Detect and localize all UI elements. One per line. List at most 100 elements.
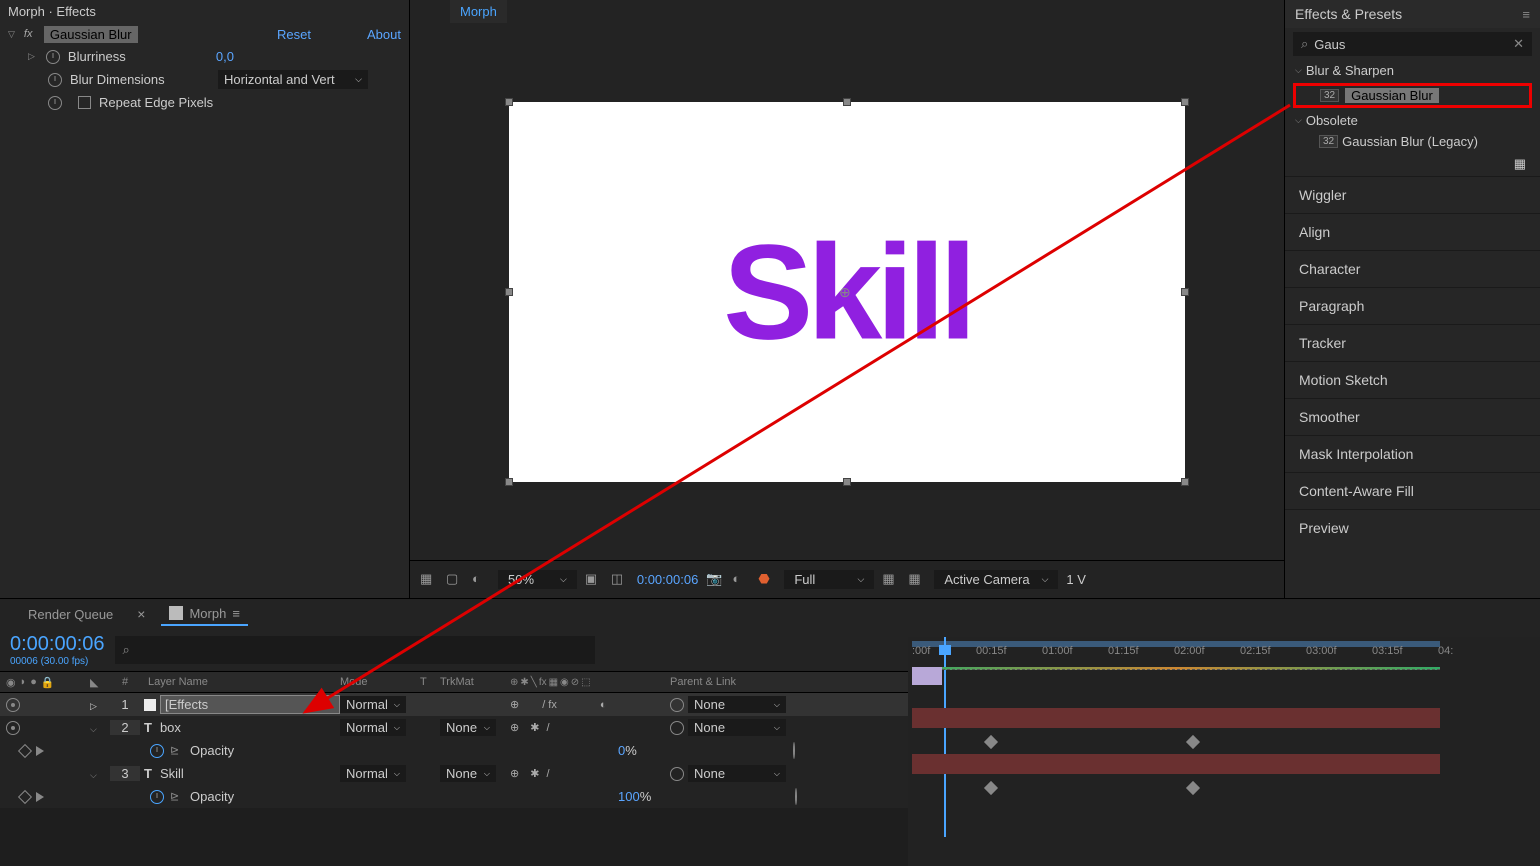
keyframe-icon[interactable] <box>984 781 998 795</box>
selection-handle[interactable] <box>1181 478 1189 486</box>
graph-icon[interactable]: ⊵ <box>170 790 184 804</box>
effect-name[interactable]: Gaussian Blur <box>44 26 138 43</box>
tab-menu-icon[interactable]: ≡ <box>232 606 240 621</box>
eye-icon[interactable] <box>6 721 20 735</box>
resolution-dropdown[interactable]: Full⌵ <box>784 570 874 589</box>
reset-button[interactable]: Reset <box>277 27 311 42</box>
lock-col-icon[interactable]: 🔒 <box>41 676 55 689</box>
collapse-arrow-icon[interactable]: ▽ <box>8 29 15 40</box>
keyframe-icon[interactable] <box>984 735 998 749</box>
tab-render-queue[interactable]: Render Queue <box>20 604 121 625</box>
switch-icon[interactable]: fx <box>539 677 547 688</box>
panel-preview[interactable]: Preview <box>1285 509 1540 546</box>
zoom-dropdown[interactable]: 50%⌵ <box>498 570 577 589</box>
resolution-icon[interactable]: ▣ <box>585 571 603 589</box>
layer-bar[interactable] <box>912 708 1440 728</box>
layer-name[interactable]: [Effects <box>160 695 340 714</box>
expand-arrow-icon[interactable]: ⌵ <box>90 724 97 734</box>
about-button[interactable]: About <box>367 27 401 42</box>
selection-handle[interactable] <box>505 288 513 296</box>
toggle-mask-icon[interactable]: ◐ <box>472 571 490 589</box>
pickwhip-icon[interactable] <box>793 742 795 759</box>
panel-motion-sketch[interactable]: Motion Sketch <box>1285 361 1540 398</box>
pickwhip-icon[interactable] <box>795 788 797 805</box>
tree-category-blur[interactable]: ⌵ Blur & Sharpen <box>1285 60 1540 81</box>
layer-name[interactable]: Skill <box>160 766 184 781</box>
keyframe-icon[interactable] <box>1186 781 1200 795</box>
snapshot-icon[interactable]: 📷 <box>706 571 724 589</box>
stopwatch-icon[interactable] <box>48 73 62 87</box>
blur-dimensions-dropdown[interactable]: Horizontal and Vert⌵ <box>218 70 368 89</box>
eye-icon[interactable] <box>6 698 20 712</box>
selection-handle[interactable] <box>1181 288 1189 296</box>
pickwhip-icon[interactable] <box>670 698 684 712</box>
effects-search-input[interactable] <box>1314 37 1507 52</box>
toggle-grid-icon[interactable]: ▦ <box>908 571 926 589</box>
stopwatch-icon[interactable] <box>48 96 62 110</box>
parent-dropdown[interactable]: None⌵ <box>688 696 786 713</box>
solo-col-icon[interactable]: ● <box>30 676 37 689</box>
effect-gaussian-blur-highlighted[interactable]: 32 Gaussian Blur <box>1293 83 1532 108</box>
new-bin-icon[interactable]: ▦ <box>1514 156 1526 171</box>
fast-preview-icon[interactable]: ▦ <box>882 571 900 589</box>
effects-search-box[interactable]: ⌕ ✕ <box>1293 32 1532 56</box>
close-tab-icon[interactable]: × <box>137 606 145 622</box>
switch-icon[interactable]: ⊘ <box>571 677 579 688</box>
panel-wiggler[interactable]: Wiggler <box>1285 176 1540 213</box>
panel-menu-icon[interactable]: ≡ <box>1522 7 1530 22</box>
expand-arrow-icon[interactable]: ▷ <box>90 701 97 711</box>
effect-gaussian-blur-legacy[interactable]: 32 Gaussian Blur (Legacy) <box>1285 131 1540 152</box>
switch-icon[interactable]: ⊕ <box>510 677 518 688</box>
timeline-graph[interactable]: :00f 00:15f 01:00f 01:15f 02:00f 02:15f … <box>908 637 1540 866</box>
camera-dropdown[interactable]: Active Camera⌵ <box>934 570 1058 589</box>
toggle-alpha-icon[interactable]: ▦ <box>420 571 438 589</box>
selection-handle[interactable] <box>505 98 513 106</box>
switch-icon[interactable]: ▦ <box>549 677 558 688</box>
time-ruler[interactable]: :00f 00:15f 01:00f 01:15f 02:00f 02:15f … <box>908 637 1540 665</box>
selection-handle[interactable] <box>843 98 851 106</box>
layer-name[interactable]: box <box>160 720 181 735</box>
panel-character[interactable]: Character <box>1285 250 1540 287</box>
panel-content-aware-fill[interactable]: Content-Aware Fill <box>1285 472 1540 509</box>
pickwhip-icon[interactable] <box>670 721 684 735</box>
next-keyframe-icon[interactable] <box>36 792 44 802</box>
fx-icon[interactable]: fx <box>24 28 38 42</box>
clear-search-icon[interactable]: ✕ <box>1513 36 1524 52</box>
timeline-search[interactable]: ⌕ <box>115 636 595 664</box>
layer-bar-start[interactable] <box>912 667 942 685</box>
current-time[interactable]: 0:00:00:06 <box>637 572 698 587</box>
stopwatch-active-icon[interactable] <box>150 744 164 758</box>
parent-dropdown[interactable]: None⌵ <box>688 765 786 782</box>
keyframe-icon[interactable] <box>1186 735 1200 749</box>
repeat-edge-checkbox[interactable] <box>78 96 91 109</box>
stopwatch-active-icon[interactable] <box>150 790 164 804</box>
panel-paragraph[interactable]: Paragraph <box>1285 287 1540 324</box>
panel-mask-interpolation[interactable]: Mask Interpolation <box>1285 435 1540 472</box>
pickwhip-icon[interactable] <box>670 767 684 781</box>
tree-category-obsolete[interactable]: ⌵ Obsolete <box>1285 110 1540 131</box>
tab-morph-comp[interactable]: Morph ≡ <box>161 603 247 626</box>
panel-tracker[interactable]: Tracker <box>1285 324 1540 361</box>
stopwatch-icon[interactable] <box>46 50 60 64</box>
opacity-value[interactable]: 100 <box>618 789 640 804</box>
graph-icon[interactable]: ⊵ <box>170 744 184 758</box>
blurriness-value[interactable]: 0,0 <box>216 49 234 64</box>
trkmat-dropdown[interactable]: None⌵ <box>440 719 496 736</box>
switch-icon[interactable]: ✱ <box>520 677 528 688</box>
canvas[interactable]: Skill ⊕ <box>410 23 1284 560</box>
audio-col-icon[interactable]: ◗ <box>20 676 27 689</box>
timeline-timecode[interactable]: 0:00:00:06 <box>10 633 105 656</box>
selection-handle[interactable] <box>1181 98 1189 106</box>
viewer-tab-morph[interactable]: Morph <box>450 0 507 23</box>
selection-handle[interactable] <box>843 478 851 486</box>
layer-bar[interactable] <box>912 667 1440 670</box>
blend-mode-dropdown[interactable]: Normal⌵ <box>340 765 406 782</box>
layer-bar[interactable] <box>912 754 1440 774</box>
toggle-transparency-icon[interactable]: ▢ <box>446 571 464 589</box>
switch-icon[interactable]: ╲ <box>531 677 537 688</box>
selection-handle[interactable] <box>505 478 513 486</box>
next-keyframe-icon[interactable] <box>36 746 44 756</box>
panel-align[interactable]: Align <box>1285 213 1540 250</box>
panel-smoother[interactable]: Smoother <box>1285 398 1540 435</box>
color-mgmt-icon[interactable]: ⬣ <box>758 571 776 589</box>
